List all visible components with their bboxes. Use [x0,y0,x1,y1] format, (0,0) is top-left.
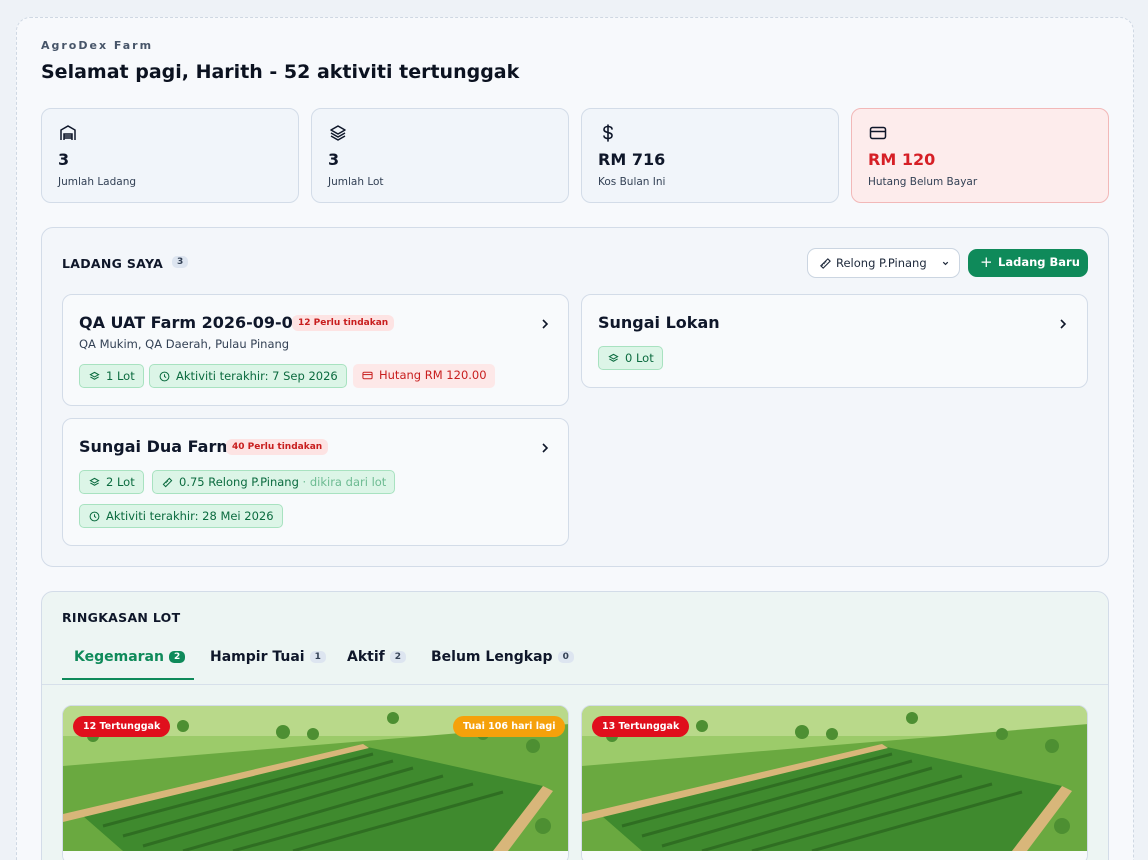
stat-label: Jumlah Ladang [58,176,137,188]
farms-count-badge: 3 [172,256,189,268]
debt-chip: Hutang RM 120.00 [353,364,495,388]
ruler-icon [162,477,173,488]
tab-hampir-tuai[interactable]: Hampir Tuai 1 [210,649,326,665]
chevron-right-icon [542,443,549,453]
stat-card-cost: RM 716 Kos Bulan Ini [581,108,839,203]
tab-belum-lengkap[interactable]: Belum Lengkap 0 [431,649,574,665]
dollar-icon [603,124,613,142]
chevron-right-icon [542,319,549,329]
farm-name: Sungai Lokan [598,313,720,332]
tab-kegemaran[interactable]: Kegemaran 2 [74,649,186,665]
chevron-right-icon [1060,319,1067,329]
lot-count-chip: 1 Lot [79,364,144,388]
last-activity-chip: Aktiviti terakhir: 7 Sep 2026 [149,364,347,388]
brand-name: AgroDex Farm [41,39,154,52]
lot-count-chip: 2 Lot [79,470,144,494]
stat-value: 3 [58,150,70,169]
layers-icon [608,353,619,362]
action-alert-badge: 12 Perlu tindakan [292,315,395,331]
farm-card-sungai-lokan[interactable]: Sungai Lokan 0 Lot [581,294,1088,388]
chevron-down-icon [942,261,949,266]
stat-value: RM 120 [868,150,936,169]
plus-icon: + [980,253,993,271]
overdue-badge: 13 Tertunggak [592,716,690,737]
warehouse-icon [60,125,76,140]
overdue-badge: 12 Tertunggak [73,716,171,737]
lot-count-chip: 0 Lot [598,346,663,370]
page-title: Selamat pagi, Harith - 52 aktiviti tertu… [41,61,520,83]
layers-icon [89,477,100,486]
clock-icon [159,371,170,382]
stat-value: RM 716 [598,150,666,169]
lot-card-footer [63,851,568,860]
unit-filter-select[interactable]: Relong P.Pinang [807,248,960,278]
card-icon [362,371,373,380]
stat-label: Kos Bulan Ini [598,176,666,188]
farm-name: Sungai Dua Farm [79,437,233,456]
stat-value: 3 [328,150,340,169]
lot-card-footer [582,851,1087,860]
layers-icon [330,125,346,141]
farm-card-sungai-dua[interactable]: Sungai Dua Farm 40 Perlu tindakan 2 Lot … [62,418,569,546]
stat-label: Jumlah Lot [328,176,384,188]
stat-card-farms: 3 Jumlah Ladang [41,108,299,203]
unit-filter-value: Relong P.Pinang [836,256,927,270]
stat-card-lots: 3 Jumlah Lot [311,108,569,203]
add-farm-button[interactable]: + Ladang Baru [968,249,1088,277]
lot-card[interactable]: 12 Tertunggak Tuai 106 hari lagi [62,705,569,860]
stat-card-debt: RM 120 Hutang Belum Bayar [851,108,1109,203]
lot-card[interactable]: 13 Tertunggak [581,705,1088,860]
add-farm-label: Ladang Baru [998,255,1080,269]
card-icon [869,126,887,140]
farm-name: QA UAT Farm 2026-09-07 [79,313,304,332]
clock-icon [89,511,100,522]
area-chip: 0.75 Relong P.Pinang · dikira dari lot [152,470,396,494]
lots-section-title: RINGKASAN LOT [62,610,181,625]
farms-section-title: LADANG SAYA [62,256,164,271]
active-tab-indicator [62,678,194,680]
tab-aktif[interactable]: Aktif 2 [347,649,406,665]
layers-icon [89,371,100,380]
action-alert-badge: 40 Perlu tindakan [226,439,329,455]
farm-card-qa-uat[interactable]: QA UAT Farm 2026-09-07 12 Perlu tindakan… [62,294,569,406]
ruler-icon [820,258,831,269]
tabs-divider [42,684,1108,685]
last-activity-chip: Aktiviti terakhir: 28 Mei 2026 [79,504,283,528]
stat-label: Hutang Belum Bayar [868,176,978,188]
farm-location: QA Mukim, QA Daerah, Pulau Pinang [79,337,290,351]
harvest-countdown-badge: Tuai 106 hari lagi [453,716,566,737]
